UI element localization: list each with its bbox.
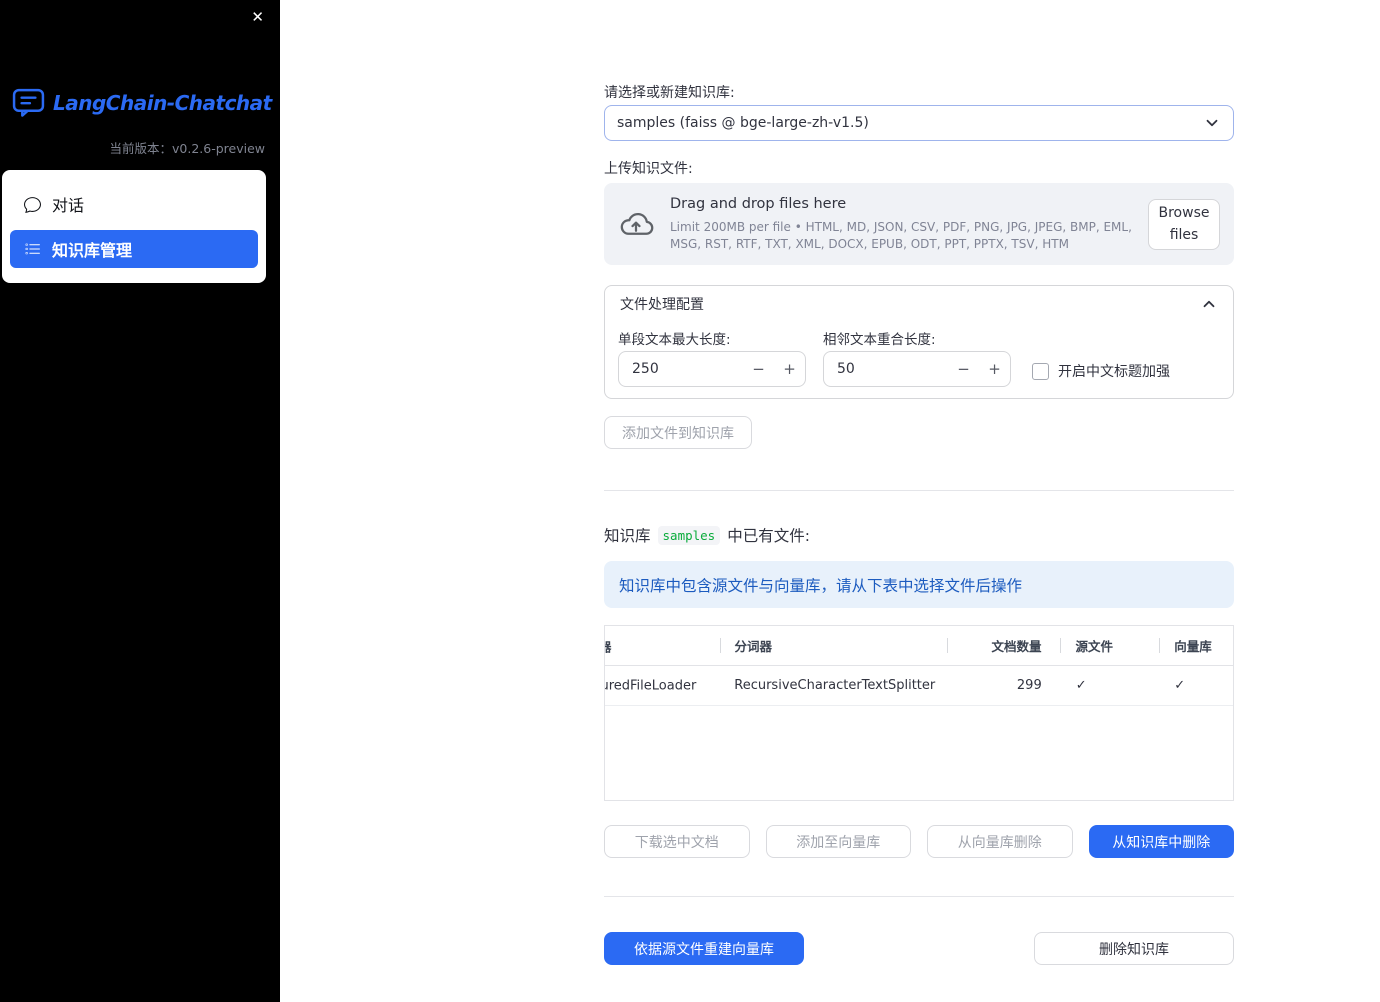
add-files-to-kb-button[interactable]: 添加文件到知识库 (604, 416, 752, 449)
rebuild-vector-store-button[interactable]: 依据源文件重建向量库 (604, 932, 804, 965)
uploader-limit: Limit 200MB per file • HTML, MD, JSON, C… (670, 220, 1132, 251)
overlap-increment-button[interactable]: + (979, 352, 1010, 386)
table-action-buttons: 下载选中文档 添加至向量库 从向量库删除 从知识库中删除 (604, 825, 1234, 858)
info-banner: 知识库中包含源文件与向量库，请从下表中选择文件后操作 (604, 561, 1234, 608)
delete-from-vector-store-button[interactable]: 从向量库删除 (927, 825, 1073, 858)
sidebar-item-knowledge-base[interactable]: 知识库管理 (10, 230, 258, 268)
chunk-size-increment-button[interactable]: + (774, 352, 805, 386)
sidebar-item-label: 对话 (52, 196, 85, 215)
chunk-size-input[interactable]: 250 − + (618, 351, 806, 387)
zh-title-enhance-label: 开启中文标题加强 (1058, 364, 1170, 380)
file-config-expander: 文件处理配置 单段文本最大长度: 250 − + 相邻文本重合长度: 50 − … (604, 285, 1234, 399)
uploader-text: Drag and drop files here Limit 200MB per… (670, 196, 1132, 251)
chunk-size-decrement-button[interactable]: − (743, 352, 774, 386)
delete-from-kb-button[interactable]: 从知识库中删除 (1088, 825, 1234, 858)
version-value: v0.2.6-preview (172, 141, 265, 156)
divider (604, 490, 1234, 491)
header-source-file: 源文件 (1060, 626, 1159, 665)
chunk-size-value[interactable]: 250 (619, 361, 743, 377)
kb-files-heading: 知识库 samples 中已有文件: (604, 524, 810, 546)
upload-label: 上传知识文件: (604, 161, 693, 177)
overlap-size-input[interactable]: 50 − + (823, 351, 1011, 387)
browse-files-button[interactable]: Browse files (1148, 198, 1220, 250)
kb-select-value: samples (faiss @ bge-large-zh-v1.5) (617, 115, 869, 131)
delete-kb-button[interactable]: 删除知识库 (1034, 932, 1234, 965)
chat-icon (24, 196, 41, 213)
table-row[interactable]: UnstructuredFileLoader RecursiveCharacte… (605, 666, 1233, 706)
table-header-row: 文档加载器 分词器 文档数量 源文件 向量库 (605, 626, 1233, 666)
overlap-size-value[interactable]: 50 (824, 361, 948, 377)
kb-select[interactable]: samples (faiss @ bge-large-zh-v1.5) (604, 105, 1234, 141)
overlap-decrement-button[interactable]: − (948, 352, 979, 386)
file-uploader-dropzone[interactable]: Drag and drop files here Limit 200MB per… (604, 183, 1234, 265)
sidebar: ✕ LangChain-Chatchat 当前版本：v0.2.6-preview… (0, 0, 280, 1002)
uploader-title: Drag and drop files here (670, 196, 847, 213)
expander-header[interactable]: 文件处理配置 (605, 286, 1233, 322)
version-label: 当前版本： (109, 141, 172, 156)
kb-files-table: 文档加载器 分词器 文档数量 源文件 向量库 UnstructuredFileL… (604, 625, 1234, 801)
chevron-down-icon (1203, 114, 1221, 132)
zh-title-enhance-checkbox-row[interactable]: 开启中文标题加强 (1032, 361, 1170, 381)
kb-files-suffix: 中已有文件: (727, 527, 810, 545)
header-doc-count: 文档数量 (946, 626, 1061, 665)
check-icon: ✓ (1075, 678, 1087, 693)
cell-source-file-check: ✓ (1061, 666, 1160, 705)
kb-files-prefix: 知识库 (604, 527, 651, 545)
header-doc-loader: 文档加载器 (605, 639, 612, 654)
header-vector-store: 向量库 (1159, 626, 1233, 665)
main-content: 请选择或新建知识库: samples (faiss @ bge-large-zh… (604, 0, 1234, 1002)
cell-doc-loader: UnstructuredFileLoader (605, 678, 697, 693)
cloud-upload-icon (620, 213, 654, 235)
info-text: 知识库中包含源文件与向量库，请从下表中选择文件后操作 (619, 576, 1023, 595)
chevron-up-icon (1200, 295, 1218, 313)
cell-doc-count: 299 (1016, 678, 1042, 693)
header-splitter: 分词器 (719, 626, 947, 665)
divider (604, 896, 1234, 897)
list-task-icon (25, 243, 40, 254)
checkbox-unchecked-icon[interactable] (1032, 362, 1049, 380)
expander-title: 文件处理配置 (620, 297, 704, 313)
cell-vector-store-check: ✓ (1159, 666, 1233, 705)
logo-text: LangChain-Chatchat (53, 90, 272, 115)
version-info: 当前版本：v0.2.6-preview (109, 138, 265, 157)
app-logo: LangChain-Chatchat (12, 86, 272, 119)
check-icon: ✓ (1174, 678, 1186, 693)
logo-chat-icon (12, 88, 45, 117)
sidebar-item-dialogue[interactable]: 对话 (10, 185, 258, 223)
kb-name-code: samples (657, 525, 721, 545)
sidebar-menu: 对话 知识库管理 (2, 170, 266, 283)
sidebar-close-button[interactable]: ✕ (247, 6, 268, 29)
overlap-size-label: 相邻文本重合长度: (823, 332, 936, 348)
cell-splitter: RecursiveCharacterTextSplitter (734, 678, 936, 693)
close-icon: ✕ (251, 9, 264, 26)
kb-select-label: 请选择或新建知识库: (604, 85, 735, 101)
download-selected-docs-button[interactable]: 下载选中文档 (604, 825, 750, 858)
add-to-vector-store-button[interactable]: 添加至向量库 (765, 825, 911, 858)
chunk-size-label: 单段文本最大长度: (618, 332, 731, 348)
sidebar-item-label: 知识库管理 (52, 241, 133, 260)
